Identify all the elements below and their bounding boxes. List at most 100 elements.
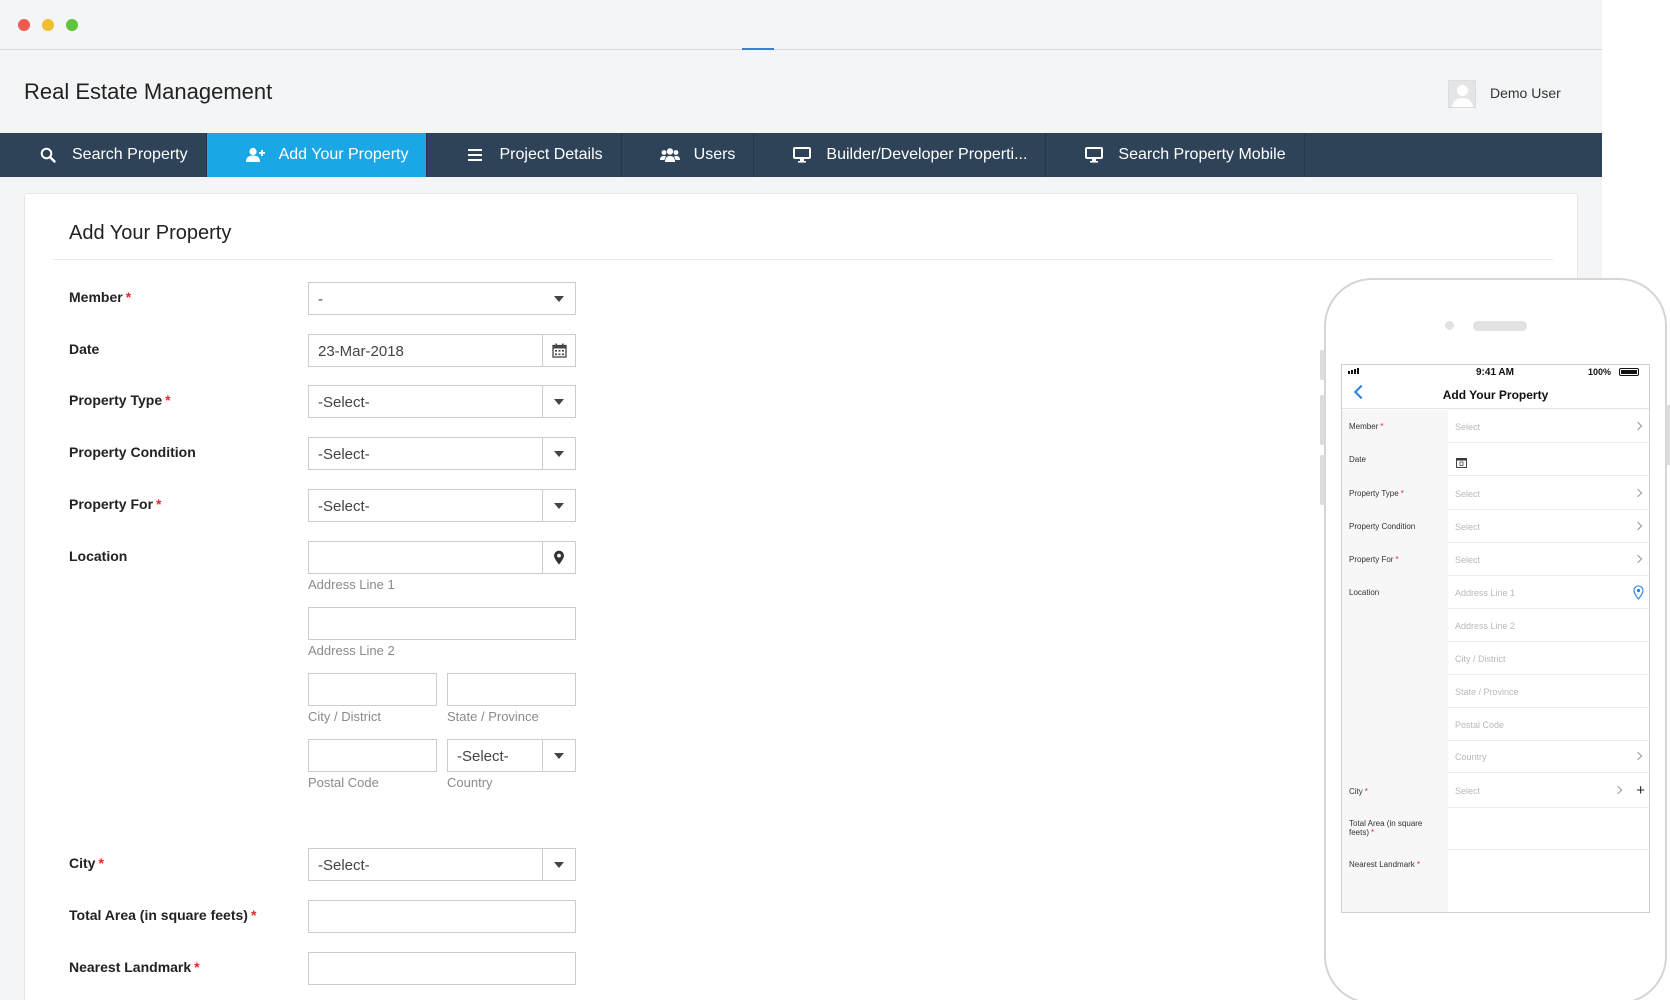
property-for-select[interactable]: -Select- (308, 489, 576, 522)
country-hint: Country (447, 775, 493, 790)
map-pin-icon[interactable] (1633, 585, 1644, 605)
chevron-down-icon[interactable] (542, 490, 575, 521)
mobile-total-area-input[interactable] (1448, 808, 1649, 850)
address-line-1-input[interactable] (308, 541, 576, 574)
property-condition-label: Property Condition (69, 444, 196, 460)
member-select[interactable]: - (308, 282, 576, 315)
divider (53, 259, 1553, 260)
city-select[interactable]: -Select- (308, 848, 576, 881)
property-type-select[interactable]: -Select- (308, 385, 576, 418)
address-line-2-hint: Address Line 2 (308, 643, 395, 658)
chevron-right-icon (1633, 554, 1643, 564)
nav-builder-developer-properties[interactable]: Builder/Developer Properti... (754, 133, 1047, 177)
country-select[interactable]: -Select- (447, 739, 576, 772)
mobile-date-label: Date (1349, 455, 1366, 464)
chevron-right-icon (1613, 785, 1623, 795)
chevron-down-icon[interactable] (542, 283, 575, 314)
nav-label: Project Details (499, 146, 603, 163)
mobile-address-line-1[interactable]: Address Line 1 (1448, 576, 1649, 609)
property-type-label: Property Type * (69, 392, 171, 408)
nav-add-your-property[interactable]: Add Your Property (206, 133, 428, 177)
phone-side-button (1320, 350, 1325, 380)
calendar-icon[interactable] (542, 335, 575, 366)
total-area-input[interactable] (308, 900, 576, 933)
phone-side-button (1320, 455, 1325, 505)
signal-icon (1348, 368, 1359, 374)
mobile-country-select[interactable]: Country (1448, 741, 1649, 773)
mobile-postal-code[interactable]: Postal Code (1448, 708, 1649, 741)
nav-search-property[interactable]: Search Property (0, 133, 207, 177)
total-area-label: Total Area (in square feets) * (69, 907, 257, 923)
battery-icon (1619, 368, 1639, 376)
state-province-input[interactable] (447, 673, 576, 706)
mobile-state-province[interactable]: State / Province (1448, 675, 1649, 708)
phone-mockup: 9:41 AM 100% Add Your Property Member * S… (1320, 278, 1670, 1000)
add-icon[interactable]: + (1636, 782, 1645, 799)
address-line-2-input[interactable] (308, 607, 576, 640)
chevron-down-icon[interactable] (542, 386, 575, 417)
chevron-right-icon (1633, 521, 1643, 531)
date-label: Date (69, 341, 100, 357)
mobile-property-condition-select[interactable]: Select (1448, 510, 1649, 543)
address-line-1-hint: Address Line 1 (308, 577, 395, 592)
chevron-down-icon[interactable] (542, 438, 575, 469)
mobile-member-label: Member * (1349, 422, 1384, 431)
add-user-icon (245, 145, 265, 165)
property-condition-select[interactable]: -Select- (308, 437, 576, 470)
mobile-date-field[interactable] (1448, 443, 1649, 476)
nav-users[interactable]: Users (622, 133, 755, 177)
user-name[interactable]: Demo User (1490, 85, 1561, 101)
date-field[interactable]: 23-Mar-2018 (308, 334, 576, 367)
close-window-button[interactable] (18, 19, 30, 31)
map-pin-icon[interactable] (542, 542, 575, 573)
nav-project-details[interactable]: Project Details (427, 133, 622, 177)
nav-label: Users (693, 146, 736, 163)
mobile-nearest-landmark-label: Nearest Landmark * (1349, 860, 1420, 869)
mobile-nearest-landmark-input[interactable] (1448, 850, 1649, 882)
app-header: Real Estate Management (0, 50, 1602, 133)
mobile-address-line-2[interactable]: Address Line 2 (1448, 609, 1649, 642)
minimize-window-button[interactable] (42, 19, 54, 31)
nav-label: Search Property Mobile (1118, 146, 1286, 163)
phone-side-button (1666, 405, 1670, 465)
mobile-city-district[interactable]: City / District (1448, 642, 1649, 675)
mobile-property-for-select[interactable]: Select (1448, 543, 1649, 576)
monitor-icon (792, 145, 812, 165)
mobile-member-select[interactable]: Select (1448, 410, 1649, 443)
property-for-label: Property For * (69, 496, 162, 512)
mobile-location-label: Location (1349, 588, 1380, 597)
users-icon (659, 145, 680, 165)
mobile-property-condition-label: Property Condition (1349, 522, 1416, 531)
calendar-icon[interactable] (1456, 455, 1467, 473)
search-icon (38, 145, 58, 165)
mobile-status-bar: 9:41 AM 100% (1342, 365, 1649, 379)
postal-code-hint: Postal Code (308, 775, 379, 790)
mobile-header: Add Your Property (1342, 379, 1649, 409)
chevron-down-icon[interactable] (542, 849, 575, 880)
mobile-label-column (1342, 410, 1448, 912)
page-title: Add Your Property (69, 222, 232, 244)
city-label: City * (69, 855, 104, 871)
nearest-landmark-input[interactable] (308, 952, 576, 985)
location-label: Location (69, 548, 128, 564)
chevron-down-icon[interactable] (542, 740, 575, 771)
city-district-input[interactable] (308, 673, 437, 706)
chevron-right-icon (1633, 421, 1643, 431)
nav-label: Builder/Developer Properti... (826, 146, 1028, 163)
main-navbar: Search Property Add Your Property Projec… (0, 133, 1602, 177)
app-title: Real Estate Management (24, 79, 273, 104)
nav-search-property-mobile[interactable]: Search Property Mobile (1046, 133, 1305, 177)
mobile-property-type-select[interactable]: Select (1448, 476, 1649, 510)
phone-screen: 9:41 AM 100% Add Your Property Member * S… (1341, 364, 1650, 913)
mobile-city-select[interactable]: Select + (1448, 773, 1649, 808)
avatar[interactable] (1448, 80, 1476, 108)
mobile-total-area-label: Total Area (in square feets) * (1349, 819, 1423, 837)
member-label: Member * (69, 289, 132, 305)
mobile-property-for-label: Property For * (1349, 555, 1399, 564)
postal-code-input[interactable] (308, 739, 437, 772)
state-province-hint: State / Province (447, 709, 539, 724)
mobile-property-type-label: Property Type * (1349, 489, 1404, 498)
mobile-page-title: Add Your Property (1442, 388, 1549, 402)
monitor-icon (1084, 145, 1104, 165)
maximize-window-button[interactable] (66, 19, 78, 31)
